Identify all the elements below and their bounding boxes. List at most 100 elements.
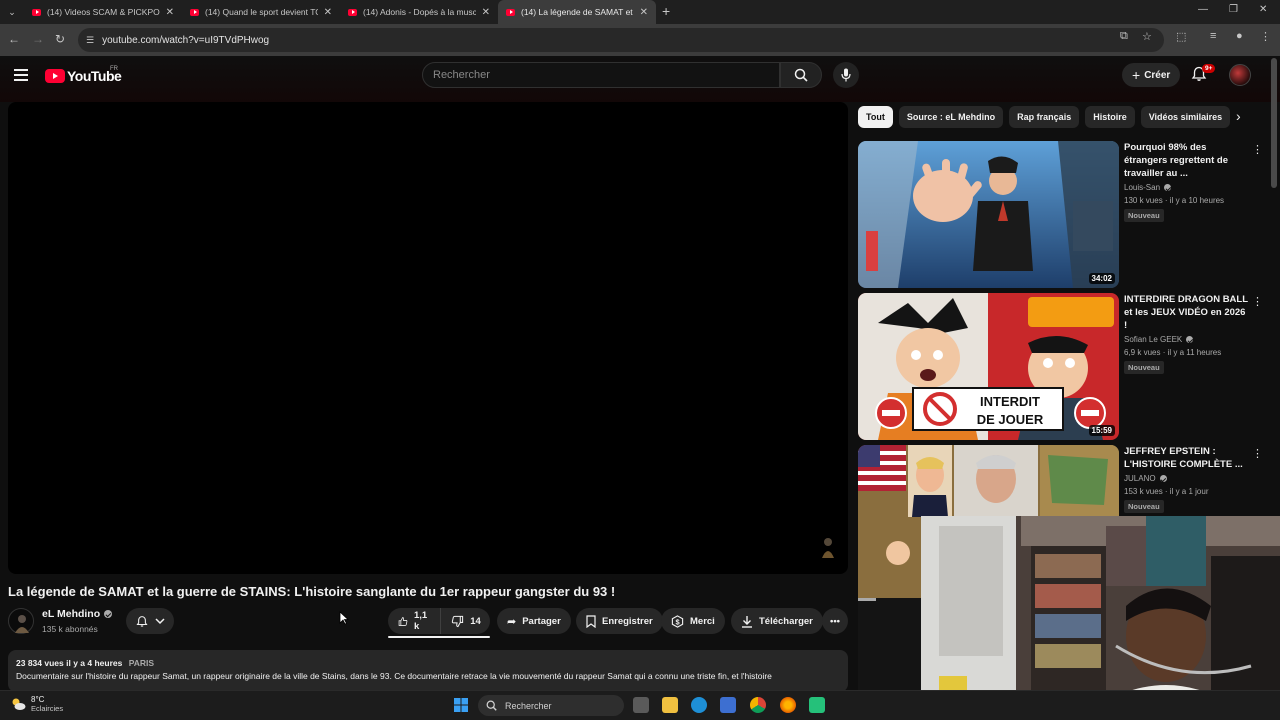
taskbar-search[interactable]: Rechercher <box>478 695 624 716</box>
download-button[interactable]: Télécharger <box>731 608 823 634</box>
browser-tab[interactable]: (14) Quand le sport devient TOX ✕ <box>182 0 340 24</box>
recommendation-item[interactable]: INTERDIT DE JOUER 15:59 INTERDIRE DRAGON… <box>858 293 1268 441</box>
close-icon[interactable]: ✕ <box>482 7 490 18</box>
restore-icon[interactable]: ❐ <box>1229 4 1238 15</box>
recommendation-channel[interactable]: JULANO <box>1124 474 1248 483</box>
page-scrollbar[interactable] <box>1271 58 1277 188</box>
search-button[interactable] <box>780 62 822 88</box>
description-box[interactable]: 23 834 vues il y a 4 heures PARIS Docume… <box>8 650 848 692</box>
browser-tab[interactable]: (14) Adonis - Dopés à la muscu ✕ <box>340 0 498 24</box>
edge-browser-icon[interactable] <box>691 697 707 713</box>
account-avatar[interactable] <box>1229 64 1251 86</box>
app-icon[interactable] <box>809 697 825 713</box>
file-explorer-icon[interactable] <box>662 697 678 713</box>
recommendation-title[interactable]: Pourquoi 98% des étrangers regrettent de… <box>1124 141 1248 180</box>
more-vertical-icon[interactable]: ⋮ <box>1252 295 1263 308</box>
microsoft-store-icon[interactable] <box>720 697 736 713</box>
recommendation-item[interactable]: 34:02 Pourquoi 98% des étrangers regrett… <box>858 141 1268 289</box>
partly-cloudy-icon <box>12 698 26 710</box>
plus-icon: + <box>1132 67 1141 83</box>
channel-name[interactable]: eL Mehdino <box>42 608 113 620</box>
cast-icon[interactable]: ⧉ <box>1120 30 1128 43</box>
save-button[interactable]: Enregistrer <box>576 608 663 634</box>
menu-hamburger-icon[interactable] <box>14 69 28 81</box>
tab-groups-icon[interactable]: ≡ <box>1210 30 1216 42</box>
channel-name-text: Louis-San <box>1124 183 1161 192</box>
tab-search-button[interactable]: ⌄ <box>4 4 20 20</box>
browser-tab-active[interactable]: (14) La légende de SAMAT et la ✕ <box>498 0 656 24</box>
location-tag[interactable]: PARIS <box>129 658 154 668</box>
subscription-bell-button[interactable] <box>126 608 174 634</box>
chrome-browser-icon[interactable] <box>750 697 766 713</box>
new-tab-plus-icon[interactable]: + <box>662 3 670 19</box>
minimize-icon[interactable]: — <box>1198 4 1208 15</box>
more-vertical-icon[interactable]: ⋮ <box>1252 143 1263 156</box>
verified-check-icon <box>1164 184 1172 191</box>
thanks-label: Merci <box>690 615 715 627</box>
extensions-icon[interactable]: ⬚ <box>1176 30 1186 43</box>
chip-similar[interactable]: Vidéos similaires <box>1140 106 1231 128</box>
video-thumbnail[interactable]: 34:02 <box>858 141 1119 288</box>
dislike-button[interactable]: 14 <box>441 608 491 634</box>
youtube-favicon-icon <box>348 8 357 16</box>
verified-check-icon <box>1159 475 1167 482</box>
task-view-icon[interactable] <box>633 697 649 713</box>
more-vertical-icon[interactable]: ⋮ <box>1252 447 1263 460</box>
recommendation-thumbnail-partial[interactable] <box>858 598 921 690</box>
recommendation-info: JEFFREY EPSTEIN : L'HISTOIRE COMPLÈTE ..… <box>1124 445 1248 514</box>
firefox-browser-icon[interactable] <box>780 697 796 713</box>
like-button[interactable]: 1,1 k <box>388 608 442 634</box>
search-box <box>422 62 780 88</box>
window-close-icon[interactable]: ✕ <box>1259 4 1267 15</box>
bell-icon <box>135 615 148 627</box>
chip-all[interactable]: Tout <box>858 106 893 128</box>
close-icon[interactable]: ✕ <box>640 7 648 18</box>
close-icon[interactable]: ✕ <box>166 7 174 18</box>
close-icon[interactable]: ✕ <box>324 7 332 18</box>
thumbnail-caption-line2: DE JOUER <box>977 412 1044 427</box>
recommendation-title[interactable]: INTERDIRE DRAGON BALL et les JEUX VIDÉO … <box>1124 293 1248 332</box>
create-button[interactable]: + Créer <box>1122 63 1181 87</box>
more-actions-button[interactable]: ••• <box>822 608 848 634</box>
country-code: FR <box>110 66 118 72</box>
share-label: Partager <box>522 615 561 627</box>
chip-source[interactable]: Source : eL Mehdino <box>898 106 1004 128</box>
like-count: 1,1 k <box>413 610 428 632</box>
chip-rap[interactable]: Rap français <box>1009 106 1080 128</box>
tab-title: (14) Adonis - Dopés à la muscu <box>363 7 476 17</box>
more-horizontal-icon: ••• <box>830 615 840 627</box>
reload-icon[interactable]: ↻ <box>55 32 65 46</box>
browser-tab-bar: ⌄ (14) Videos SCAM & PICKPOCK ✕ (14) Qua… <box>0 0 1280 24</box>
channel-watermark-icon[interactable] <box>818 534 838 560</box>
profile-icon[interactable]: ● <box>1236 30 1243 42</box>
chevron-right-icon[interactable]: › <box>1236 108 1241 124</box>
new-badge: Nouveau <box>1124 361 1164 374</box>
address-bar[interactable]: ☰ youtube.com/watch?v=uI9TVdPHwog <box>78 28 1164 52</box>
browser-toolbar: ← → ↻ ☰ youtube.com/watch?v=uI9TVdPHwog … <box>0 24 1280 56</box>
thanks-button[interactable]: $ Merci <box>661 608 725 634</box>
recommendation-title[interactable]: JEFFREY EPSTEIN : L'HISTOIRE COMPLÈTE ..… <box>1124 445 1248 471</box>
forward-arrow-icon[interactable]: → <box>32 32 44 46</box>
video-duration: 34:02 <box>1088 273 1115 284</box>
site-info-icon[interactable]: ☰ <box>86 35 94 46</box>
windows-start-icon[interactable] <box>453 697 469 713</box>
recommendation-channel[interactable]: Louis-San <box>1124 183 1248 192</box>
video-thumbnail[interactable]: INTERDIT DE JOUER 15:59 <box>858 293 1119 440</box>
weather-widget[interactable]: 8°C Eclaircies <box>10 695 63 713</box>
bookmark-star-icon[interactable]: ☆ <box>1142 30 1152 43</box>
recommendation-channel[interactable]: Sofian Le GEEK <box>1124 335 1248 344</box>
channel-avatar-image <box>15 615 29 633</box>
youtube-favicon-icon <box>32 8 41 16</box>
voice-search-button[interactable] <box>833 62 859 88</box>
video-player[interactable] <box>8 102 848 574</box>
recommendation-stats: 153 k vues · il y a 1 jour <box>1124 487 1209 496</box>
channel-avatar[interactable] <box>8 608 34 634</box>
search-input[interactable] <box>433 69 779 81</box>
chip-history[interactable]: Histoire <box>1085 106 1135 128</box>
more-menu-icon[interactable]: ⋮ <box>1260 30 1271 43</box>
create-label: Créer <box>1144 69 1171 81</box>
browser-tab[interactable]: (14) Videos SCAM & PICKPOCK ✕ <box>24 0 182 24</box>
share-button[interactable]: ➦ Partager <box>497 608 571 634</box>
youtube-play-icon <box>45 69 65 83</box>
back-arrow-icon[interactable]: ← <box>8 32 20 46</box>
